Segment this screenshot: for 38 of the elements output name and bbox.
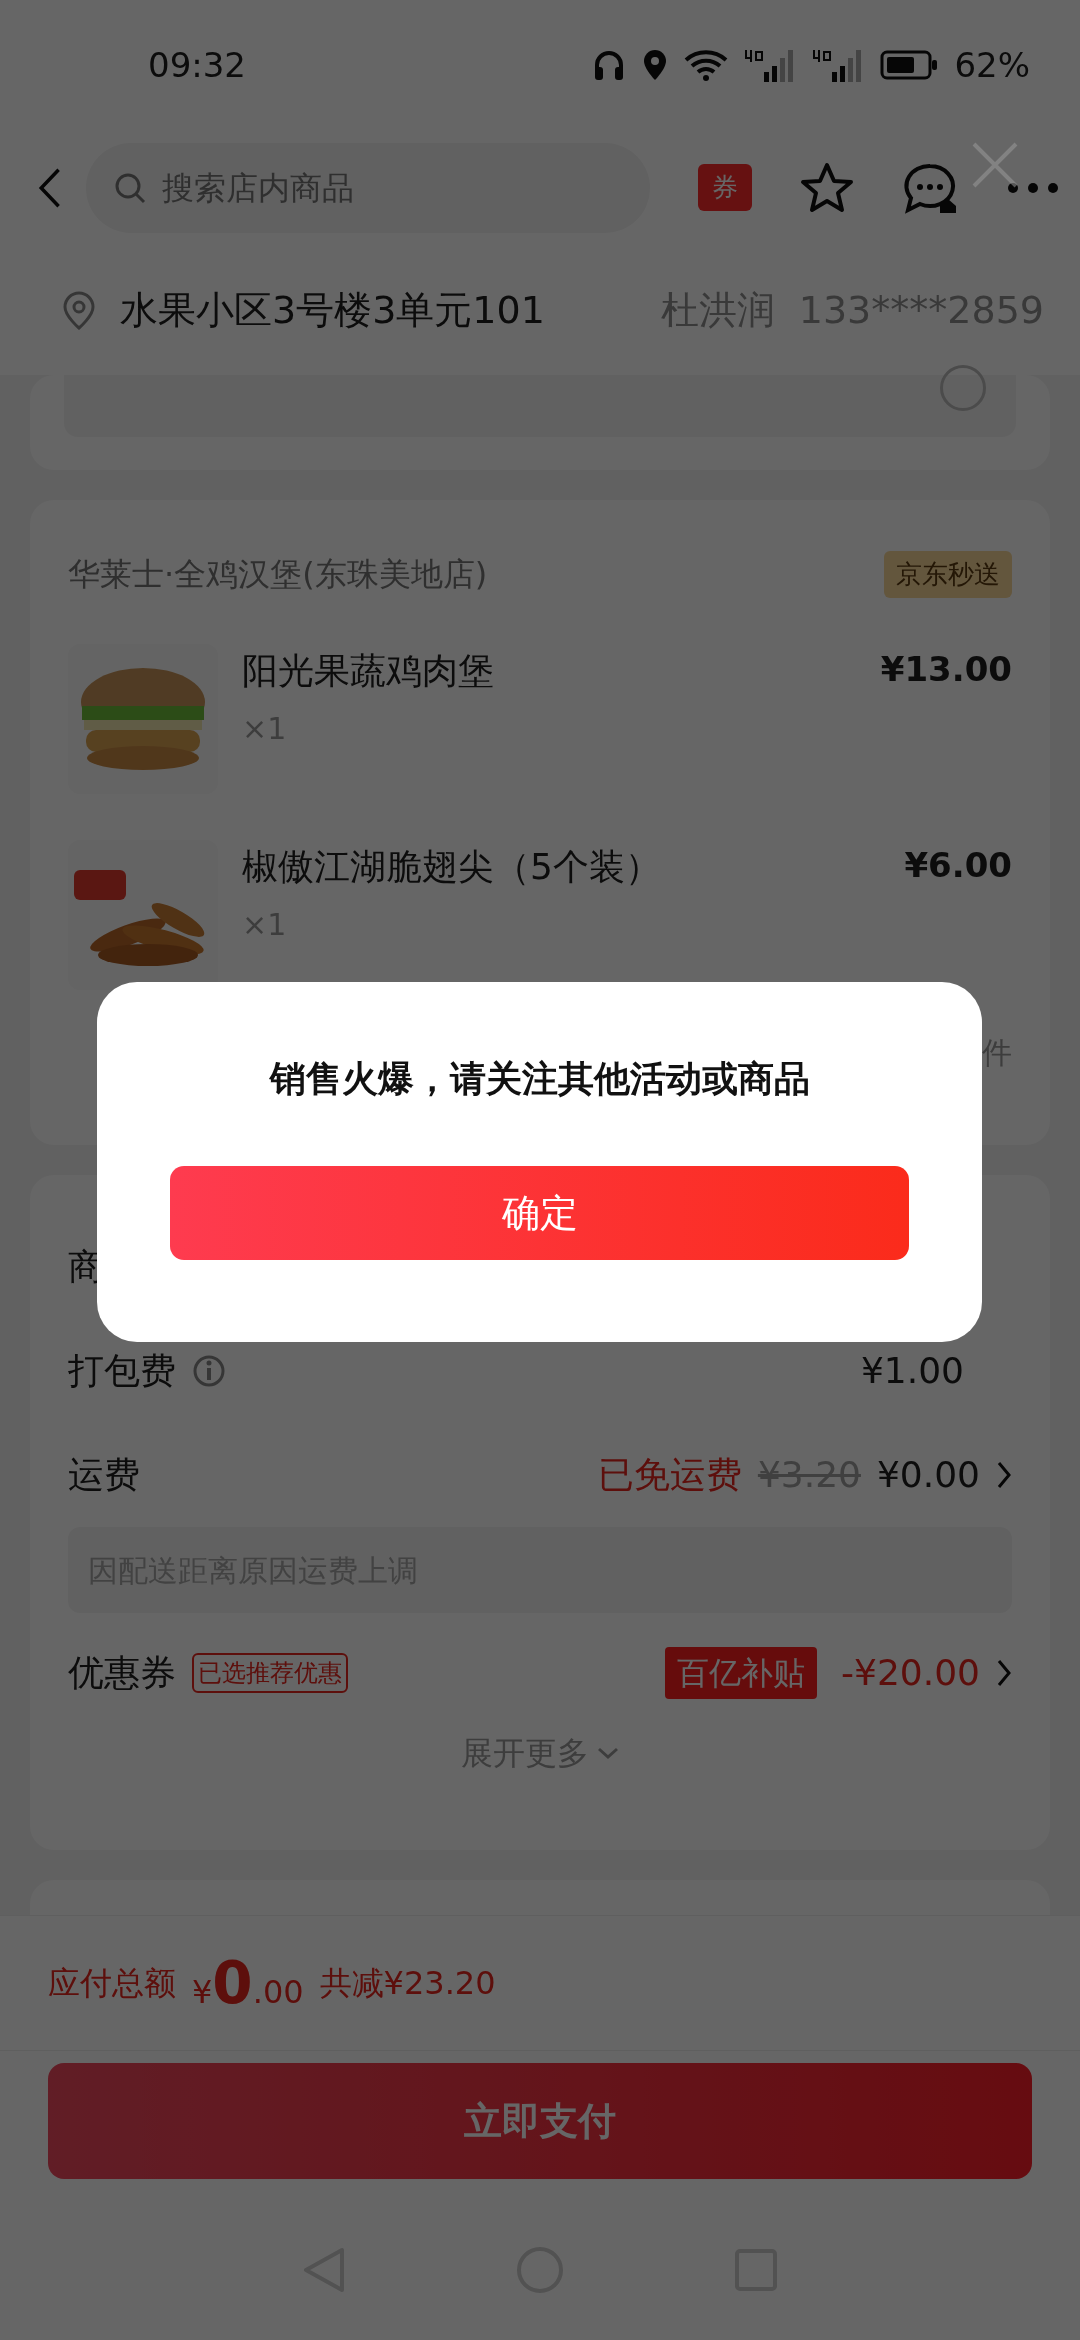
info-icon[interactable] (192, 1354, 226, 1388)
coupon-tag: 已选推荐优惠 (192, 1653, 348, 1693)
fee-amount: ¥0.00 (876, 1453, 980, 1497)
chevron-icon[interactable] (996, 1460, 1012, 1490)
close-icon[interactable] (970, 140, 1020, 190)
location-icon (642, 48, 669, 82)
row-label: 优惠券 (68, 1651, 176, 1695)
confirm-button[interactable]: 确定 (170, 1166, 909, 1260)
item-price: ¥6.00 (904, 844, 1012, 887)
row-label: 打包费 (68, 1349, 176, 1393)
item-price: ¥13.00 (880, 648, 1012, 691)
chat-icon[interactable] (902, 161, 958, 214)
clock: 09:32 (148, 43, 246, 87)
free-delivery-label: 已免运费 (597, 1453, 742, 1497)
star-icon[interactable] (800, 161, 854, 214)
dialog-message: 销售火爆，请关注其他活动或商品 (268, 1057, 811, 1101)
search-icon (114, 171, 147, 204)
battery-level: 62% (954, 43, 1030, 87)
wifi-icon (684, 48, 729, 82)
subsidy-badge: 百亿补贴 (665, 1647, 818, 1699)
total-label: 应付总额 (48, 1963, 176, 2004)
radio-button[interactable] (940, 365, 986, 411)
discount-total: 共减¥23.20 (319, 1963, 496, 2004)
item-name: 椒傲江湖脆翅尖（5个装） (242, 845, 661, 889)
chevron-down-icon (597, 1746, 619, 1760)
fee-amount: ¥1.00 (860, 1349, 964, 1393)
row-label: 运费 (68, 1453, 140, 1497)
address-text[interactable]: 水果小区3号楼3单元101 (120, 281, 545, 339)
delivery-tag: 京东秒送 (884, 550, 1012, 598)
location-icon (62, 290, 96, 330)
pay-button[interactable]: 立即支付 (48, 2063, 1032, 2179)
item-name: 阳光果蔬鸡肉堡 (242, 649, 494, 693)
battery-icon (880, 50, 939, 80)
chevron-icon[interactable] (996, 1658, 1012, 1688)
more-icon[interactable] (1006, 180, 1060, 195)
total-amount: ¥0.00 (192, 1947, 304, 2019)
coupon-button[interactable]: 券 (698, 164, 752, 211)
discount-amount: -¥20.00 (841, 1651, 980, 1695)
